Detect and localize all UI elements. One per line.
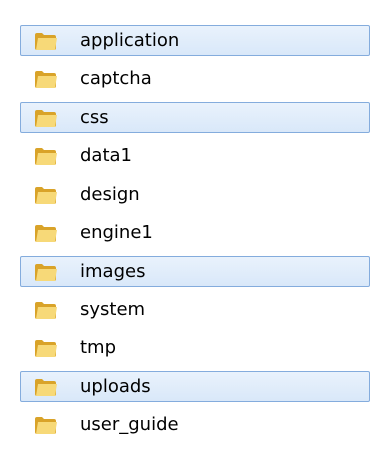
folder-label: data1 [80,145,132,166]
folder-label: design [80,184,140,205]
folder-list: application captcha css data1 design eng… [0,0,381,456]
folder-icon [35,110,57,127]
folder-icon [35,264,57,281]
folder-label: css [80,107,109,128]
folder-label: tmp [80,337,117,358]
folder-item[interactable]: uploads [20,371,370,402]
folder-label: uploads [80,376,151,397]
folder-item[interactable]: css [20,102,370,133]
folder-item[interactable]: data1 [20,140,370,171]
folder-item[interactable]: application [20,25,370,56]
folder-item[interactable]: images [20,256,370,287]
folder-icon [35,71,57,88]
folder-icon [35,340,57,357]
folder-icon [35,417,57,434]
folder-label: user_guide [80,414,179,435]
folder-icon [35,148,57,165]
folder-icon [35,33,57,50]
folder-icon [35,379,57,396]
folder-label: captcha [80,68,152,89]
folder-icon [35,302,57,319]
folder-label: images [80,261,146,282]
folder-item[interactable]: design [20,179,370,210]
folder-item[interactable]: captcha [20,63,370,94]
folder-label: engine1 [80,222,153,243]
folder-item[interactable]: engine1 [20,217,370,248]
folder-item[interactable]: user_guide [20,409,370,440]
folder-item[interactable]: system [20,294,370,325]
folder-label: system [80,299,146,320]
folder-icon [35,187,57,204]
folder-icon [35,225,57,242]
folder-label: application [80,30,180,51]
folder-item[interactable]: tmp [20,332,370,363]
